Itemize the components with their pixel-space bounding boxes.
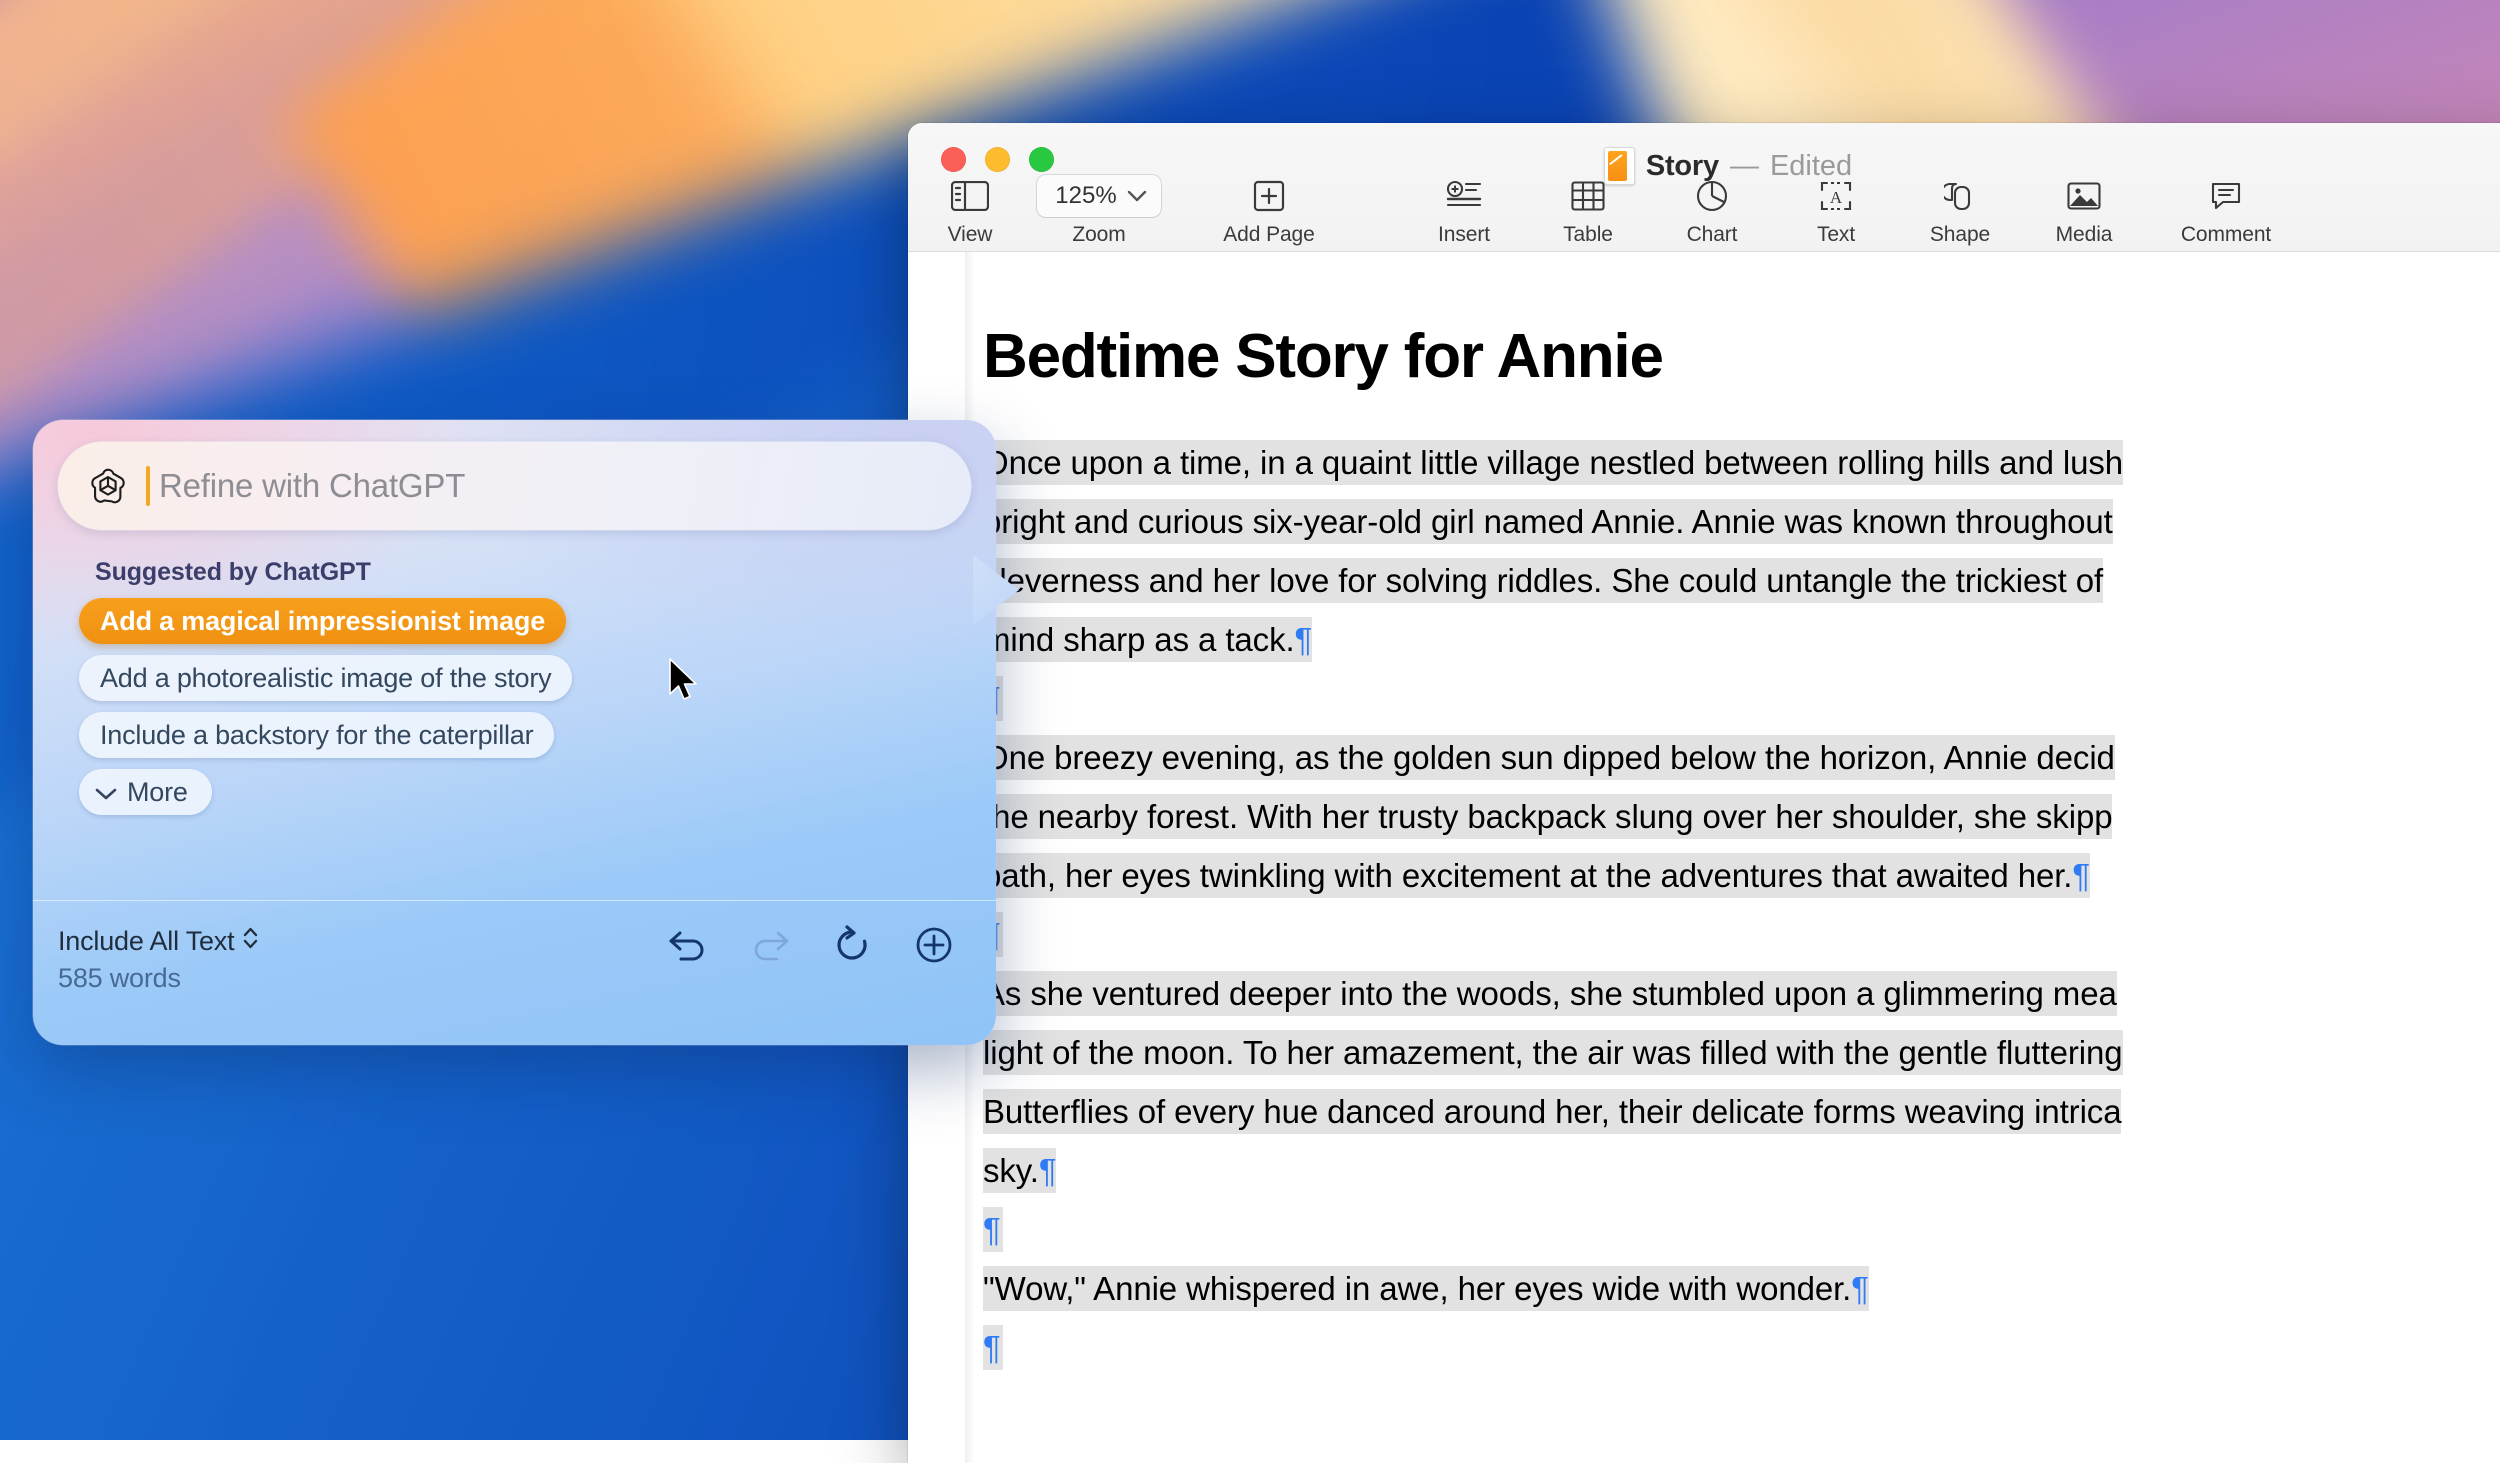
pilcrow-mark: ¶ [2072,853,2090,899]
suggestion-chip-label: Add a photorealistic image of the story [100,662,552,693]
suggestion-chip[interactable]: Include a backstory for the caterpillar [79,712,555,758]
regenerate-icon[interactable] [830,923,874,967]
refine-input-field[interactable]: Refine with ChatGPT [58,442,971,530]
document-line: Butterflies of every hue danced around h… [983,1089,2122,1135]
document-line: mind sharp as a tack. [983,617,1295,663]
toolbar-add-page-label: Add Page [1223,223,1315,246]
plus-square-icon [1253,175,1285,217]
add-icon[interactable] [912,923,956,967]
toolbar-table-label: Table [1563,223,1613,246]
refine-input-placeholder: Refine with ChatGPT [159,467,466,504]
document-paragraph[interactable]: "Wow," Annie whispered in awe, her eyes … [983,1259,2500,1318]
document-paragraph[interactable]: Once upon a time, in a quaint little vil… [983,433,2500,669]
suggestion-chip[interactable]: Add a magical impressionist image [79,598,567,644]
suggestion-chip-label: Add a magical impressionist image [100,605,546,636]
updown-chevrons-icon [242,925,259,958]
text-caret [146,466,150,506]
toolbar-view-button[interactable]: View [926,175,1014,247]
toolbar-zoom-control[interactable]: 125% Zoom [1014,175,1184,247]
popover-footer: Include All Text 585 words [33,901,996,1045]
svg-text:A: A [1830,188,1843,207]
document-paragraph[interactable]: As she ventured deeper into the woods, s… [983,964,2500,1200]
toolbar-insert-button[interactable]: Insert [1402,175,1526,247]
toolbar-chart-button[interactable]: Chart [1650,175,1774,247]
suggestion-chip-list: Add a magical impressionist image Add a … [79,598,573,815]
page-title: Bedtime Story for Annie [983,322,1664,391]
toolbar-chart-label: Chart [1686,223,1738,246]
include-text-label: Include All Text [58,926,235,956]
toolbar-view-label: View [947,223,993,246]
toolbar-media-button[interactable]: Media [2022,175,2146,247]
document-line: bright and curious six-year-old girl nam… [983,499,2113,545]
redo-icon [748,923,792,967]
page-canvas[interactable]: Bedtime Story for Annie Once upon a time… [965,252,2500,1463]
zoom-select[interactable]: 125% [1037,175,1161,217]
document-line: As she ventured deeper into the woods, s… [983,971,2117,1017]
pilcrow-mark: ¶ [983,1329,1001,1367]
pilcrow-mark: ¶ [983,1211,1001,1249]
document-empty-paragraph[interactable]: ¶ [983,905,2500,964]
pilcrow-mark: ¶ [1851,1266,1869,1312]
footer-actions [666,923,956,967]
toolbar-text-label: Text [1816,223,1856,246]
sidebar-icon [951,175,989,217]
toolbar-comment-label: Comment [2180,223,2272,246]
openai-logo-icon [86,464,130,508]
suggestions-heading: Suggested by ChatGPT [95,558,371,586]
toolbar-media-label: Media [2055,223,2113,246]
pilcrow-mark: ¶ [1294,617,1312,663]
document-empty-paragraph[interactable]: ¶ [983,1200,2500,1259]
document-body[interactable]: Once upon a time, in a quaint little vil… [983,433,2500,1377]
media-image-icon [2067,175,2101,217]
suggestion-chip-label: Include a backstory for the caterpillar [100,719,534,750]
more-suggestions-button[interactable]: More [79,769,212,815]
document-empty-paragraph[interactable]: ¶ [983,1318,2500,1377]
suggestion-chip[interactable]: Add a photorealistic image of the story [79,655,573,701]
document-line: light of the moon. To her amazement, the… [983,1030,2123,1076]
document-line: cleverness and her love for solving ridd… [983,558,2103,604]
document-line: the nearby forest. With her trusty backp… [983,794,2113,840]
document-line: "Wow," Annie whispered in awe, her eyes … [983,1266,1851,1312]
toolbar-zoom-label: Zoom [1072,223,1126,246]
toolbar-comment-button[interactable]: Comment [2146,175,2306,247]
toolbar-add-page-button[interactable]: Add Page [1184,175,1354,247]
undo-icon[interactable] [666,923,710,967]
comment-icon [2210,175,2242,217]
chatgpt-refine-popover: Refine with ChatGPT Suggested by ChatGPT… [33,420,1019,1045]
document-line: sky. [983,1148,1039,1194]
document-paragraph[interactable]: One breezy evening, as the golden sun di… [983,728,2500,905]
document-empty-paragraph[interactable]: ¶ [983,669,2500,728]
include-text-selector[interactable]: Include All Text [58,925,259,958]
document-line: Once upon a time, in a quaint little vil… [983,440,2123,486]
pilcrow-mark: ¶ [1038,1148,1057,1194]
chevron-down-icon [1127,182,1147,210]
chart-pie-icon [1696,175,1728,217]
toolbar-table-button[interactable]: Table [1526,175,1650,247]
document-line: One breezy evening, as the golden sun di… [983,735,2115,781]
toolbar-shape-button[interactable]: Shape [1898,175,2022,247]
window-titlebar: Story — Edited View 125% Zoom Add Page I… [908,123,2500,251]
insert-icon [1446,175,1482,217]
zoom-value: 125% [1055,182,1117,209]
toolbar: View 125% Zoom Add Page Insert Table Cha… [908,175,2500,251]
word-count-label: 585 words [58,963,181,993]
pages-window: Story — Edited View 125% Zoom Add Page I… [908,123,2500,1463]
toolbar-insert-label: Insert [1438,223,1490,246]
table-icon [1571,175,1605,217]
shape-icon [1944,175,1976,217]
document-line: path, her eyes twinkling with excitement… [983,853,2072,899]
document-area[interactable]: Bedtime Story for Annie Once upon a time… [908,251,2500,1463]
toolbar-text-button[interactable]: A Text [1774,175,1898,247]
arrow-pointer-icon [668,658,702,704]
more-button-label: More [127,776,188,807]
chevron-down-icon [95,777,117,808]
toolbar-shape-label: Shape [1929,223,1991,246]
text-box-icon: A [1820,175,1852,217]
